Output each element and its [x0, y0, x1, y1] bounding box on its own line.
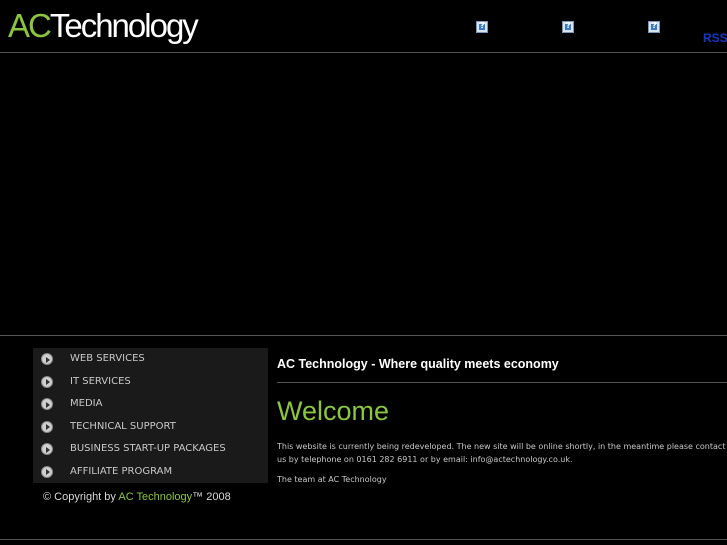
broken-image-icon[interactable]	[476, 21, 488, 33]
signoff-text: The team at AC Technology	[277, 475, 387, 484]
copyright-prefix: © Copyright by	[43, 491, 119, 503]
intro-paragraph-line: us by telephone on 0161 282 6911 or by e…	[277, 455, 573, 464]
broken-image-icon[interactable]	[648, 21, 660, 33]
nav-item-technical-support[interactable]: TECHNICAL SUPPORT	[33, 416, 268, 439]
banner-area	[0, 54, 727, 336]
play-arrow-icon	[41, 443, 53, 455]
play-arrow-icon	[41, 420, 53, 433]
nav-item-label: WEB SERVICES	[70, 353, 145, 364]
broken-image-icon[interactable]	[562, 21, 574, 33]
divider	[277, 382, 727, 383]
page-title: Welcome	[277, 396, 390, 426]
divider	[0, 539, 727, 540]
intro-paragraph-line: This website is currently being redevelo…	[277, 442, 726, 451]
play-arrow-icon	[41, 465, 53, 478]
nav-item-media[interactable]: MEDIA	[33, 393, 268, 416]
page-tagline: AC Technology - Where quality meets econ…	[277, 357, 559, 371]
sidebar-nav: WEB SERVICES IT SERVICES MEDIA TECHNICAL…	[33, 348, 268, 483]
nav-item-label: IT SERVICES	[70, 375, 131, 387]
play-arrow-icon	[41, 398, 53, 410]
logo-technology-text: Technology	[49, 7, 199, 44]
logo-ac-text: AC	[8, 7, 52, 44]
nav-item-business-startup[interactable]: BUSINESS START-UP PACKAGES	[33, 438, 268, 461]
rss-link[interactable]: RSS	[703, 31, 727, 45]
nav-item-label: BUSINESS START-UP PACKAGES	[70, 443, 226, 454]
play-arrow-icon	[41, 353, 53, 365]
nav-item-affiliate-program[interactable]: AFFILIATE PROGRAM	[33, 461, 268, 484]
site-logo[interactable]: ACTechnology	[8, 6, 199, 46]
nav-item-label: TECHNICAL SUPPORT	[70, 420, 176, 432]
intro-paragraph: This website is currently being redevelo…	[277, 440, 727, 466]
copyright-brand-link[interactable]: AC Technology	[118, 491, 192, 503]
copyright-notice: © Copyright by AC Technology™ 2008	[43, 491, 231, 503]
nav-item-label: MEDIA	[70, 398, 103, 409]
site-header: ACTechnology RSS	[0, 0, 727, 53]
play-arrow-icon	[41, 375, 53, 388]
nav-item-web-services[interactable]: WEB SERVICES	[33, 348, 268, 371]
nav-item-label: AFFILIATE PROGRAM	[70, 465, 173, 477]
nav-item-it-services[interactable]: IT SERVICES	[33, 371, 268, 394]
copyright-suffix: ™ 2008	[192, 491, 231, 503]
